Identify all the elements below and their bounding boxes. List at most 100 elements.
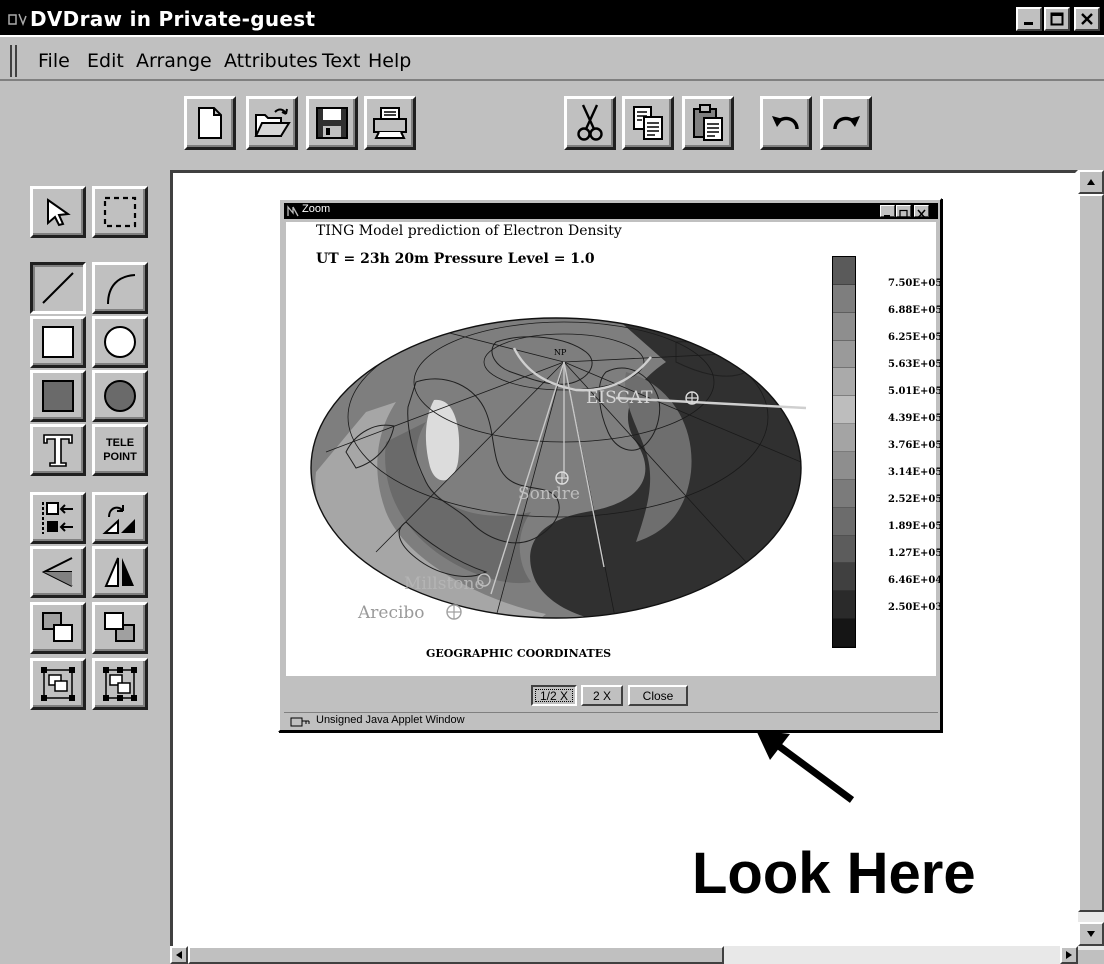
marquee-select-tool[interactable] — [92, 186, 148, 238]
align-icon — [42, 502, 73, 534]
horizontal-scroll-thumb[interactable] — [188, 946, 724, 964]
minimize-button[interactable] — [1016, 7, 1042, 31]
menu-bar: File Edit Arrange Attributes Text Help — [0, 39, 1104, 81]
rectangle-filled-icon — [42, 380, 74, 412]
zoom-window: Zoom TING Model prediction of Electron D… — [278, 198, 942, 732]
menu-help[interactable]: Help — [368, 50, 411, 72]
copy-icon — [633, 106, 663, 140]
scroll-left-button[interactable] — [170, 946, 188, 964]
zoom-title-bar: Zoom — [284, 203, 938, 219]
menu-file[interactable]: File — [38, 50, 70, 72]
colorbar-swatch — [833, 396, 855, 425]
colorbar-swatch — [833, 563, 855, 592]
select-tool[interactable] — [30, 186, 86, 238]
colorbar-label: 6.88E+05 — [888, 305, 943, 316]
open-button[interactable] — [246, 96, 298, 150]
app-icon — [8, 13, 27, 26]
java-window-icon — [287, 205, 299, 217]
rotate-tool[interactable] — [92, 492, 148, 544]
flip-horizontal-tool[interactable] — [30, 546, 86, 598]
telepoint-label-line-1: TELE — [105, 437, 135, 449]
zoom-minimize-button[interactable] — [880, 205, 895, 217]
colorbar-swatch — [833, 340, 855, 369]
undo-button[interactable] — [760, 96, 812, 150]
arrow-pointer-icon — [47, 198, 71, 227]
telepoint-label-line-2: POINT — [103, 451, 137, 463]
colorbar-label: 7.50E+05 — [888, 278, 943, 289]
unlocked-key-icon — [290, 717, 310, 727]
maximize-icon — [1050, 12, 1064, 26]
double-zoom-button[interactable]: 2 X — [581, 685, 623, 706]
filled-rectangle-tool[interactable] — [30, 370, 86, 422]
triangle-right-icon — [1066, 951, 1072, 959]
save-button[interactable] — [306, 96, 358, 150]
colorbar-swatch — [833, 591, 855, 620]
colorbar-swatch — [833, 368, 855, 397]
line-tool[interactable] — [30, 262, 86, 314]
copy-button[interactable] — [622, 96, 674, 150]
menu-text[interactable]: Text — [322, 50, 360, 72]
zoom-close-text-button[interactable]: Close — [628, 685, 688, 706]
rectangle-tool[interactable] — [30, 316, 86, 368]
open-folder-icon — [254, 108, 291, 137]
colorbar-swatch — [833, 424, 855, 452]
new-button[interactable] — [184, 96, 236, 150]
scroll-right-button[interactable] — [1060, 946, 1078, 964]
scroll-down-button[interactable] — [1078, 922, 1104, 946]
minimize-icon — [884, 215, 890, 217]
group-tool[interactable] — [30, 658, 86, 710]
colorbar-label: 3.76E+05 — [888, 440, 943, 451]
colorbar-swatch — [833, 619, 855, 647]
colorbar-label: 6.25E+05 — [888, 332, 943, 343]
paste-button[interactable] — [682, 96, 734, 150]
colorbar-label: 6.46E+04 — [888, 575, 943, 586]
zoom-title: Zoom — [302, 203, 331, 215]
colorbar-swatch — [833, 507, 855, 536]
half-zoom-button[interactable]: 1/2 X — [531, 685, 577, 706]
redo-button[interactable] — [820, 96, 872, 150]
cut-button[interactable] — [564, 96, 616, 150]
ungroup-tool[interactable] — [92, 658, 148, 710]
colorbar-label: 1.27E+05 — [888, 548, 943, 559]
print-button[interactable] — [364, 96, 416, 150]
annotation-arrow-icon — [756, 730, 855, 803]
zoom-close-button[interactable] — [914, 205, 929, 219]
ellipse-tool[interactable] — [92, 316, 148, 368]
coordinates-label: GEOGRAPHIC COORDINATES — [426, 647, 612, 660]
colorbar-swatch — [833, 312, 855, 341]
scroll-up-button[interactable] — [1078, 170, 1104, 194]
bring-to-front-tool[interactable] — [30, 602, 86, 654]
colorbar-swatch — [833, 257, 855, 285]
menu-edit[interactable]: Edit — [87, 50, 124, 72]
arc-tool[interactable] — [92, 262, 148, 314]
applet-status-text: Unsigned Java Applet Window — [316, 714, 465, 726]
save-disk-icon — [316, 107, 348, 139]
close-button[interactable] — [1074, 7, 1100, 31]
triangle-down-icon — [1087, 931, 1095, 937]
text-tool[interactable] — [30, 424, 86, 476]
colorbar-label: 4.39E+05 — [888, 413, 943, 424]
horizontal-scrollbar[interactable] — [170, 946, 1078, 964]
align-tool[interactable] — [30, 492, 86, 544]
vertical-scrollbar[interactable] — [1078, 170, 1104, 950]
filled-ellipse-tool[interactable] — [92, 370, 148, 422]
colorbar-swatch — [833, 284, 855, 313]
undo-icon — [772, 116, 799, 130]
dashed-rectangle-icon — [103, 196, 137, 228]
zoom-maximize-button[interactable] — [896, 205, 911, 219]
telepoint-tool[interactable]: TELE POINT — [92, 424, 148, 476]
print-icon — [373, 107, 407, 139]
menu-attributes[interactable]: Attributes — [224, 50, 318, 72]
flip-vertical-tool[interactable] — [92, 546, 148, 598]
menu-grip — [10, 45, 22, 77]
arc-icon — [107, 274, 136, 305]
cut-scissors-icon — [577, 104, 603, 141]
send-to-back-tool[interactable] — [92, 602, 148, 654]
millstone-label: Millstone — [404, 574, 485, 594]
flip-vertical-icon — [104, 557, 134, 587]
menu-arrange[interactable]: Arrange — [136, 50, 212, 72]
arecibo-label: Arecibo — [358, 603, 425, 623]
vertical-scroll-thumb[interactable] — [1078, 194, 1104, 912]
rotate-icon — [102, 505, 135, 534]
maximize-button[interactable] — [1044, 7, 1070, 31]
